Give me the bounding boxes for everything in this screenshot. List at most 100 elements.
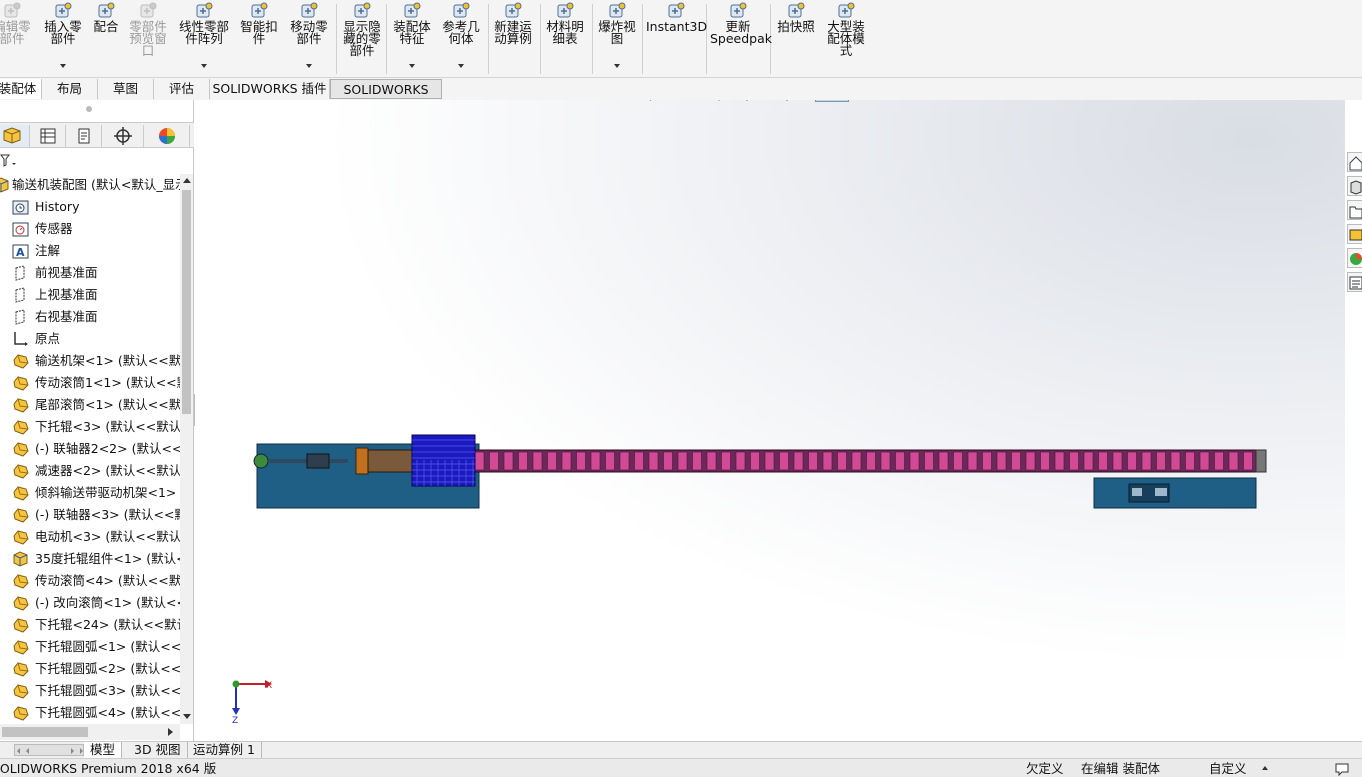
chevron-down-icon[interactable] [60, 64, 66, 68]
tree-item[interactable]: A 注解 [0, 240, 180, 262]
chevron-down-icon[interactable] [614, 64, 620, 68]
tree-item[interactable]: 上视基准面 [0, 284, 180, 306]
tree-item[interactable]: 右视基准面 [0, 306, 180, 328]
ribbon-button-9[interactable]: 参考几 何体 [438, 2, 484, 74]
tree-item[interactable]: 减速器<2> (默认<<默认> [0, 460, 180, 482]
ribbon-button-8[interactable]: 装配体 特征 [388, 2, 436, 74]
reducer-flange[interactable] [355, 447, 369, 475]
ribbon-button-16[interactable]: 大型装 配体模 式 [820, 2, 872, 74]
ribbon-button-7[interactable]: 显示隐 藏的零 部件 [338, 2, 386, 74]
ribbon-button-0[interactable]: 编辑零 部件 [0, 2, 38, 74]
chevron-down-icon[interactable] [458, 64, 464, 68]
units-selector[interactable]: 自定义 [1209, 759, 1247, 777]
zoom-area-button[interactable] [633, 100, 653, 102]
tree-item[interactable]: 下托辊圆弧<2> (默认<<默 [0, 658, 180, 680]
tab-4[interactable]: SOLIDWORKS 插件 [210, 79, 330, 99]
tab-1[interactable]: 布局 [42, 79, 98, 99]
coupling[interactable] [306, 453, 330, 469]
previous-view-button[interactable] [659, 100, 679, 102]
tree-item[interactable]: 传感器 [0, 218, 180, 240]
ribbon-button-14[interactable]: 更新 Speedpak [710, 2, 772, 74]
tab-model[interactable]: 模型 [84, 742, 123, 759]
view-orientation-button[interactable] [737, 100, 757, 102]
tail-pulley[interactable] [1255, 449, 1267, 473]
view-palette-tab[interactable] [1347, 224, 1362, 244]
tree-item[interactable]: 下托辊<3> (默认<<默认> [0, 416, 180, 438]
tree-item[interactable]: 尾部滚筒<1> (默认<<默认 [0, 394, 180, 416]
tail-frame-base[interactable] [1093, 477, 1257, 509]
conveyor-model-view[interactable]: X Z [195, 100, 1345, 741]
chevron-down-icon[interactable] [201, 64, 207, 68]
help-icon[interactable] [1334, 762, 1350, 777]
tree-item[interactable]: 输送机架<1> (默认<<默认 [0, 350, 180, 372]
ribbon-button-13[interactable]: Instant3D [646, 2, 707, 74]
tree-item[interactable]: 原点 [0, 328, 180, 350]
configuration-manager-tab[interactable] [66, 125, 102, 147]
tree-vertical-scrollbar[interactable] [180, 174, 193, 724]
units-chevron-icon[interactable] [1262, 766, 1268, 770]
scroll-down-icon[interactable] [183, 714, 191, 719]
tab-3d-view[interactable]: 3D 视图 [128, 742, 188, 759]
tree-item[interactable]: 下托辊圆弧<1> (默认<<默 [0, 636, 180, 658]
home-tab[interactable] [1347, 152, 1362, 172]
tree-filter-button[interactable] [0, 152, 20, 170]
custom-properties-tab[interactable] [1347, 272, 1362, 292]
display-manager-tab[interactable] [144, 125, 190, 147]
drive-housing[interactable] [411, 434, 476, 487]
ribbon-button-12[interactable]: 爆炸视 图 [594, 2, 640, 74]
ribbon-button-11[interactable]: 材料明 细表 [542, 2, 588, 74]
ribbon-button-15[interactable]: 拍快照 [774, 2, 818, 74]
motor-end[interactable] [253, 453, 269, 469]
reducer-body[interactable] [367, 449, 413, 473]
chevron-down-icon[interactable] [409, 64, 415, 68]
tree-item[interactable]: (-) 联轴器2<2> (默认<<默 [0, 438, 180, 460]
dynamic-annotation-button[interactable] [711, 100, 731, 102]
tree-item[interactable]: 倾斜输送带驱动机架<1> ( [0, 482, 180, 504]
chevron-down-icon[interactable] [306, 64, 312, 68]
design-library-tab[interactable] [1347, 176, 1362, 196]
ribbon-button-4[interactable]: 线性零部 件阵列 [176, 2, 232, 74]
tree-item[interactable]: 传动滚筒<4> (默认<<默认 [0, 570, 180, 592]
ribbon-button-5[interactable]: 智能扣 件 [236, 2, 282, 74]
tree-item[interactable]: 下托辊圆弧<3> (默认<<默 [0, 680, 180, 702]
edit-appearance-button[interactable] [857, 100, 877, 102]
tree-horizontal-scrollbar[interactable] [0, 724, 180, 740]
file-explorer-tab[interactable] [1347, 200, 1362, 220]
ribbon-button-10[interactable]: 新建运 动算例 [490, 2, 536, 74]
feature-manager-tab[interactable] [0, 125, 30, 147]
ribbon-button-3[interactable]: 零部件 预览窗 口 [126, 2, 170, 74]
section-view-button[interactable] [685, 100, 705, 102]
apply-scene-button[interactable] [883, 100, 903, 102]
view-settings-button[interactable] [923, 100, 943, 102]
tree-root-assembly[interactable]: 输送机装配图 (默认<默认_显示 [0, 174, 180, 196]
appearances-tab[interactable] [1347, 248, 1362, 268]
ribbon-button-2[interactable]: 配合 [88, 2, 124, 74]
zoom-to-fit-button[interactable] [607, 100, 627, 102]
tree-item[interactable]: History [0, 196, 180, 218]
property-manager-tab[interactable] [30, 125, 66, 147]
scroll-up-icon[interactable] [183, 178, 191, 183]
tab-motion-study[interactable]: 运动算例 1 [187, 742, 262, 759]
graphics-area[interactable]: X Z [195, 100, 1345, 741]
tree-item[interactable]: (-) 改向滚筒<1> (默认<<默 [0, 592, 180, 614]
tree-item[interactable]: 下托辊<24> (默认<<默认 [0, 614, 180, 636]
tree-item[interactable]: 35度托辊组件<1> (默认<默 [0, 548, 180, 570]
tree-item[interactable]: 传动滚筒1<1> (默认<<默 [0, 372, 180, 394]
dimxpert-tab[interactable] [102, 125, 144, 147]
tree-scroll-thumb[interactable] [182, 190, 191, 414]
tab-2[interactable]: 草图 [98, 79, 154, 99]
tab-5[interactable]: SOLIDWORKS MBD [330, 79, 442, 116]
display-style-button[interactable] [777, 100, 797, 102]
ribbon-button-1[interactable]: 插入零 部件 [40, 2, 86, 74]
horizontal-scroll-thumb[interactable] [2, 727, 88, 737]
panel-grip-dot[interactable] [86, 106, 92, 112]
tab-0[interactable]: 装配体 [0, 79, 42, 99]
scroll-right-icon[interactable] [168, 728, 173, 736]
tree-item[interactable]: 电动机<3> (默认<<默认> [0, 526, 180, 548]
tab-scroll-buttons[interactable] [14, 744, 84, 756]
tab-3[interactable]: 评估 [154, 79, 210, 99]
tree-item[interactable]: (-) 联轴器<3> (默认<<默认 [0, 504, 180, 526]
tree-item[interactable]: 前视基准面 [0, 262, 180, 284]
ribbon-button-6[interactable]: 移动零 部件 [284, 2, 334, 74]
hide-show-items-button[interactable] [815, 100, 849, 102]
